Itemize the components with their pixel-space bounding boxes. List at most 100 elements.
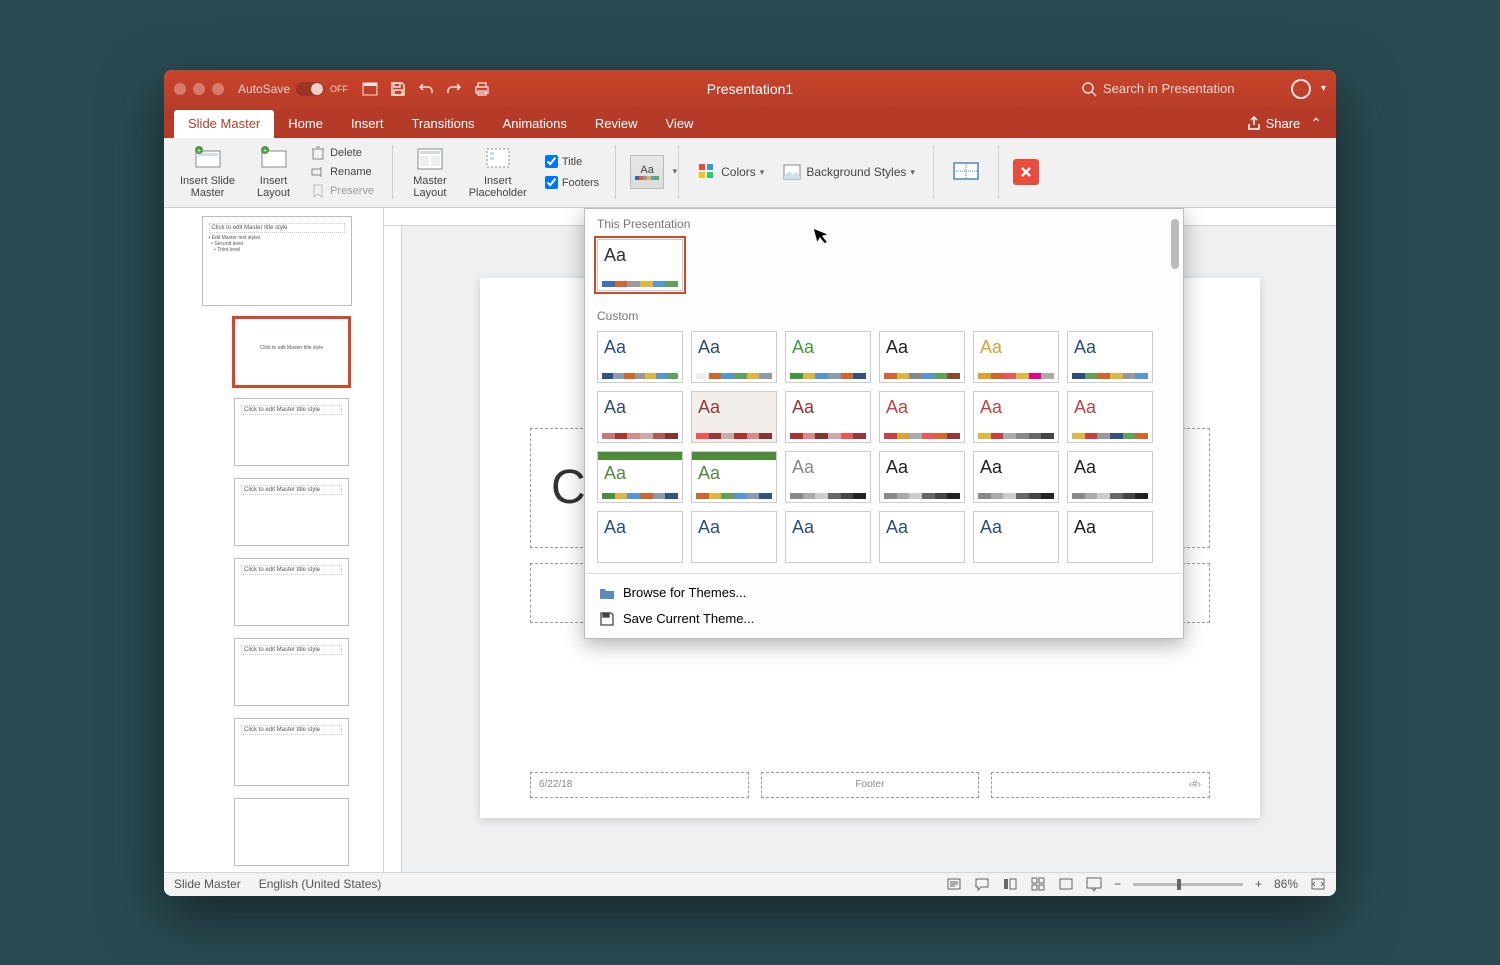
search-box[interactable]: Search in Presentation bbox=[1081, 81, 1281, 97]
background-styles-button[interactable]: Background Styles ▾ bbox=[778, 160, 919, 184]
tab-animations[interactable]: Animations bbox=[489, 110, 581, 138]
slidenum-placeholder[interactable]: ‹#› bbox=[991, 772, 1210, 798]
minimize-window-button[interactable] bbox=[193, 83, 205, 95]
autosave-switch[interactable] bbox=[296, 82, 324, 96]
theme-custom-15[interactable]: Aa bbox=[879, 451, 965, 503]
colors-button[interactable]: Colors ▾ bbox=[693, 160, 768, 184]
layout-thumbnail-1[interactable]: Click to edit Master title style bbox=[234, 318, 349, 386]
theme-custom-9[interactable]: Aa bbox=[879, 391, 965, 443]
theme-custom-21[interactable]: Aa bbox=[879, 511, 965, 563]
theme-custom-18[interactable]: Aa bbox=[597, 511, 683, 563]
tab-home[interactable]: Home bbox=[274, 110, 337, 138]
rename-button[interactable]: Rename bbox=[306, 163, 378, 181]
theme-custom-6[interactable]: Aa bbox=[597, 391, 683, 443]
slide-size-icon bbox=[952, 157, 980, 185]
title-checkbox[interactable]: Title bbox=[543, 153, 601, 170]
save-icon[interactable] bbox=[390, 81, 406, 97]
sorter-view-icon[interactable] bbox=[1030, 876, 1046, 892]
notes-icon[interactable] bbox=[946, 876, 962, 892]
zoom-out-button[interactable]: − bbox=[1114, 877, 1121, 891]
redo-icon[interactable] bbox=[446, 81, 462, 97]
tab-insert[interactable]: Insert bbox=[337, 110, 398, 138]
tab-view[interactable]: View bbox=[652, 110, 708, 138]
autosave-toggle[interactable]: AutoSave OFF bbox=[238, 82, 348, 96]
zoom-slider[interactable] bbox=[1133, 883, 1243, 886]
footer-placeholder[interactable]: Footer bbox=[761, 772, 980, 798]
theme-custom-11[interactable]: Aa bbox=[1067, 391, 1153, 443]
master-layout-button[interactable]: Master Layout bbox=[407, 143, 453, 201]
slideshow-icon[interactable] bbox=[1086, 876, 1102, 892]
preserve-button[interactable]: Preserve bbox=[306, 182, 378, 200]
theme-custom-8[interactable]: Aa bbox=[785, 391, 871, 443]
autosave-state: OFF bbox=[330, 84, 348, 94]
layout-thumbnail-3[interactable]: Click to edit Master title style bbox=[234, 478, 349, 546]
theme-custom-1[interactable]: Aa bbox=[691, 331, 777, 383]
normal-view-icon[interactable] bbox=[1002, 876, 1018, 892]
home-icon[interactable] bbox=[362, 81, 378, 97]
delete-button[interactable]: Delete bbox=[306, 144, 378, 162]
bg-styles-icon bbox=[782, 162, 802, 182]
theme-custom-20[interactable]: Aa bbox=[785, 511, 871, 563]
theme-custom-14[interactable]: Aa bbox=[785, 451, 871, 503]
zoom-window-button[interactable] bbox=[212, 83, 224, 95]
theme-custom-5[interactable]: Aa bbox=[1067, 331, 1153, 383]
zoom-value[interactable]: 86% bbox=[1274, 877, 1298, 891]
themes-dropdown[interactable]: Aa ▾ bbox=[630, 155, 664, 189]
fit-icon[interactable] bbox=[1310, 876, 1326, 892]
delete-icon bbox=[310, 145, 326, 161]
insert-placeholder-button[interactable]: Insert Placeholder bbox=[463, 143, 533, 201]
comments-icon[interactable] bbox=[974, 876, 990, 892]
ribbon: + Insert Slide Master + Insert Layout De… bbox=[164, 138, 1336, 208]
popup-scrollbar[interactable] bbox=[1171, 217, 1181, 578]
layout-thumbnail-5[interactable]: Click to edit Master title style bbox=[234, 638, 349, 706]
thumbnails-panel[interactable]: 1 Click to edit Master title style • Edi… bbox=[164, 208, 384, 872]
theme-custom-16[interactable]: Aa bbox=[973, 451, 1059, 503]
theme-custom-10[interactable]: Aa bbox=[973, 391, 1059, 443]
theme-custom-4[interactable]: Aa bbox=[973, 331, 1059, 383]
account-caret[interactable]: ▾ bbox=[1321, 83, 1326, 94]
master-thumbnail[interactable]: Click to edit Master title style • Edit … bbox=[202, 216, 352, 306]
tab-review[interactable]: Review bbox=[581, 110, 652, 138]
date-placeholder[interactable]: 6/22/18 bbox=[530, 772, 749, 798]
footers-checkbox[interactable]: Footers bbox=[543, 174, 601, 191]
theme-custom-19[interactable]: Aa bbox=[691, 511, 777, 563]
share-icon bbox=[1246, 115, 1262, 131]
theme-custom-17[interactable]: Aa bbox=[1067, 451, 1153, 503]
theme-current[interactable]: Aa bbox=[597, 239, 683, 291]
theme-custom-3[interactable]: Aa bbox=[879, 331, 965, 383]
layout-thumbnail-6[interactable]: Click to edit Master title style bbox=[234, 718, 349, 786]
theme-custom-2[interactable]: Aa bbox=[785, 331, 871, 383]
save-theme-button[interactable]: Save Current Theme... bbox=[585, 606, 1183, 632]
quick-access-toolbar bbox=[362, 81, 490, 97]
tab-slide-master[interactable]: Slide Master bbox=[174, 110, 274, 138]
theme-custom-12[interactable]: Aa bbox=[597, 451, 683, 503]
layout-thumbnail-7[interactable] bbox=[234, 798, 349, 866]
ruler-vertical bbox=[384, 226, 402, 872]
zoom-in-button[interactable]: + bbox=[1255, 877, 1262, 891]
search-placeholder: Search in Presentation bbox=[1103, 81, 1235, 96]
chevron-down-icon: ▾ bbox=[910, 167, 915, 178]
tab-transitions[interactable]: Transitions bbox=[397, 110, 488, 138]
reading-view-icon[interactable] bbox=[1058, 876, 1074, 892]
share-button[interactable]: Share bbox=[1246, 115, 1301, 131]
insert-layout-button[interactable]: + Insert Layout bbox=[251, 143, 296, 201]
theme-custom-13[interactable]: Aa bbox=[691, 451, 777, 503]
insert-slide-master-button[interactable]: + Insert Slide Master bbox=[174, 143, 241, 201]
theme-custom-0[interactable]: Aa bbox=[597, 331, 683, 383]
close-master-button[interactable] bbox=[1013, 159, 1039, 185]
status-language[interactable]: English (United States) bbox=[259, 877, 382, 891]
layout-icon: + bbox=[260, 145, 288, 173]
undo-icon[interactable] bbox=[418, 81, 434, 97]
layout-thumbnail-2[interactable]: Click to edit Master title style bbox=[234, 398, 349, 466]
feedback-icon[interactable] bbox=[1291, 79, 1311, 99]
close-window-button[interactable] bbox=[174, 83, 186, 95]
theme-custom-22[interactable]: Aa bbox=[973, 511, 1059, 563]
theme-custom-7[interactable]: Aa bbox=[691, 391, 777, 443]
print-icon[interactable] bbox=[474, 81, 490, 97]
slide-size-button[interactable] bbox=[948, 153, 984, 192]
browse-themes-button[interactable]: Browse for Themes... bbox=[585, 580, 1183, 606]
theme-custom-23[interactable]: Aa bbox=[1067, 511, 1153, 563]
titlebar: AutoSave OFF Presentation1 Search in Pre… bbox=[164, 70, 1336, 108]
layout-thumbnail-4[interactable]: Click to edit Master title style bbox=[234, 558, 349, 626]
collapse-ribbon-icon[interactable]: ⌃ bbox=[1310, 115, 1322, 132]
